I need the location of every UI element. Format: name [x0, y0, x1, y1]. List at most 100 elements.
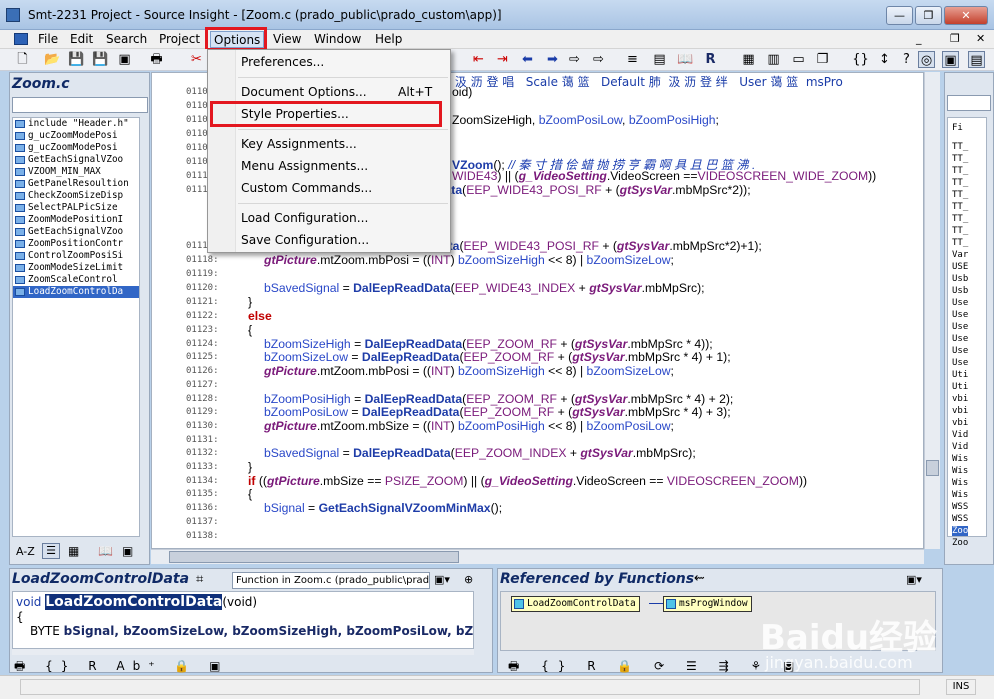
split-icon[interactable]: ▭	[790, 51, 807, 68]
project-file-item[interactable]: Wis	[952, 478, 968, 488]
options-menu-item[interactable]: Key Assignments...	[241, 137, 357, 151]
project-file-item[interactable]: TT_	[952, 202, 968, 212]
context-pin-icon[interactable]: ⊕	[464, 573, 473, 586]
project-filter-input[interactable]	[947, 95, 991, 111]
project-file-item[interactable]: Use	[952, 310, 968, 320]
options-menu-item[interactable]: Menu Assignments...	[241, 159, 368, 173]
relation-node-caller[interactable]: msProgWindow	[663, 596, 752, 612]
save-icon[interactable]: 💾	[68, 51, 85, 68]
project-file-item[interactable]: TT_	[952, 190, 968, 200]
symbol-list-item[interactable]: ZoomScaleControl	[13, 274, 139, 286]
context-code-view[interactable]: void LoadZoomControlData(void) { BYTE bS…	[12, 591, 474, 649]
menu-help[interactable]: Help	[372, 31, 405, 48]
relation-node-source[interactable]: LoadZoomControlData	[511, 596, 640, 612]
symbol-list-item[interactable]: GetEachSignalVZoo	[13, 154, 139, 166]
vertical-scroll-thumb[interactable]	[926, 460, 939, 476]
symbol-window-icon[interactable]: ≡	[624, 51, 641, 68]
symbol-list-item[interactable]: g_ucZoomModePosi	[13, 130, 139, 142]
cascade-icon[interactable]: ❐	[814, 51, 831, 68]
symbol-list-item[interactable]: LoadZoomControlDa	[13, 286, 139, 298]
options-menu-item[interactable]: Preferences...	[241, 55, 324, 69]
book-icon[interactable]: 📖	[677, 51, 694, 68]
project-file-item[interactable]: TT_	[952, 166, 968, 176]
sort-az-button[interactable]: A-Z	[16, 545, 35, 558]
browse-icon[interactable]: ▤	[651, 51, 668, 68]
symbol-list-item[interactable]: ControlZoomPosiSi	[13, 250, 139, 262]
options-menu-item[interactable]: Save Configuration...	[241, 233, 369, 247]
restore-button[interactable]: ❐	[915, 6, 942, 25]
symbol-list-item[interactable]: include "Header.h"	[13, 118, 139, 130]
options-menu-item[interactable]: Document Options...	[241, 85, 367, 99]
minimize-button[interactable]: —	[886, 6, 913, 25]
project-file-item[interactable]: Wis	[952, 454, 968, 464]
mdi-close-icon[interactable]: ✕	[976, 32, 985, 45]
forward-arrow-icon[interactable]: ➡	[544, 51, 561, 68]
context-menu-icon[interactable]: ▣▾	[434, 573, 450, 586]
bookmark-next-icon[interactable]: ⇥	[494, 51, 511, 68]
options-menu-item[interactable]: Load Configuration...	[241, 211, 368, 225]
cut-icon[interactable]: ✂	[188, 51, 205, 68]
project-file-item[interactable]: Vid	[952, 442, 968, 452]
bookmark-prev-icon[interactable]: ⇤	[470, 51, 487, 68]
project-file-item[interactable]: Use	[952, 346, 968, 356]
symbol-list-item[interactable]: ZoomPositionContr	[13, 238, 139, 250]
mdi-restore-icon[interactable]: ❐	[950, 32, 960, 45]
project-file-item[interactable]: Use	[952, 358, 968, 368]
project-file-item[interactable]: TT_	[952, 178, 968, 188]
project-file-item[interactable]: vbi	[952, 406, 968, 416]
project-file-item[interactable]: USE	[952, 262, 968, 272]
context-help-icon[interactable]: {}	[852, 51, 869, 68]
close-file-icon[interactable]: ▣	[116, 51, 133, 68]
print-icon[interactable]: 🖶	[148, 51, 165, 68]
quick-help-icon[interactable]: ↕	[876, 51, 893, 68]
options-menu-item[interactable]: Custom Commands...	[241, 181, 372, 195]
symbol-list-item[interactable]: GetEachSignalVZoo	[13, 226, 139, 238]
project-file-item[interactable]: Wis	[952, 466, 968, 476]
menu-window[interactable]: Window	[311, 31, 364, 48]
project-file-item[interactable]: vbi	[952, 394, 968, 404]
project-file-item[interactable]: Use	[952, 298, 968, 308]
save-all-icon[interactable]: 💾	[92, 51, 109, 68]
back-arrow-icon[interactable]: ⬅	[519, 51, 536, 68]
symbol-list-item[interactable]: g_ucZoomModePosi	[13, 142, 139, 154]
project-file-item[interactable]: Var	[952, 250, 968, 260]
category-view-icon[interactable]: ▦	[68, 544, 79, 558]
project-file-item[interactable]: Wis	[952, 490, 968, 500]
project-file-item[interactable]: WSS	[952, 514, 968, 524]
project-file-item[interactable]: Uti	[952, 382, 968, 392]
tile-icon[interactable]: ▥	[765, 51, 782, 68]
settings-icon[interactable]: ▣	[122, 544, 133, 558]
project-file-item[interactable]: TT_	[952, 154, 968, 164]
jump-out-icon[interactable]: ⇨	[590, 51, 607, 68]
symbol-list-item[interactable]: SelectPALPicSize	[13, 202, 139, 214]
symbol-list-item[interactable]: VZOOM_MIN_MAX	[13, 166, 139, 178]
symbol-list-item[interactable]: CheckZoomSizeDisp	[13, 190, 139, 202]
list-view-icon[interactable]: ☰	[42, 543, 60, 559]
project-file-item[interactable]: Use	[952, 322, 968, 332]
jump-in-icon[interactable]: ⇨	[566, 51, 583, 68]
project-file-item[interactable]: Uti	[952, 370, 968, 380]
layout-grid-icon[interactable]: ▦	[740, 51, 757, 68]
project-file-item[interactable]: TT_	[952, 226, 968, 236]
editor-horizontal-scrollbar[interactable]	[151, 549, 924, 564]
menu-search[interactable]: Search	[103, 31, 150, 48]
symbol-filter-input[interactable]	[12, 97, 148, 113]
editor-vertical-scrollbar[interactable]	[924, 72, 940, 549]
lookup-icon[interactable]: ?	[898, 51, 915, 68]
open-folder-icon[interactable]: 📂	[44, 51, 61, 68]
toggle-context-icon[interactable]: ▣	[942, 51, 959, 68]
context-lock-icon[interactable]: ⌗	[196, 572, 203, 587]
close-button[interactable]: ✕	[944, 6, 988, 25]
project-file-item[interactable]: Use	[952, 334, 968, 344]
project-file-item[interactable]: TT_	[952, 238, 968, 248]
context-hscroll[interactable]	[12, 649, 474, 655]
document-icon[interactable]	[14, 33, 28, 45]
toggle-panel-icon[interactable]: ◎	[918, 51, 935, 68]
project-file-item[interactable]: vbi	[952, 418, 968, 428]
project-file-item[interactable]: Zoo	[952, 526, 969, 536]
symbol-list-item[interactable]: GetPanelResoultion	[13, 178, 139, 190]
project-file-item[interactable]: Usb	[952, 286, 968, 296]
relation-menu-icon[interactable]: ▣▾	[906, 573, 922, 586]
project-file-item[interactable]: WSS	[952, 502, 968, 512]
menu-file[interactable]: File	[35, 31, 61, 48]
